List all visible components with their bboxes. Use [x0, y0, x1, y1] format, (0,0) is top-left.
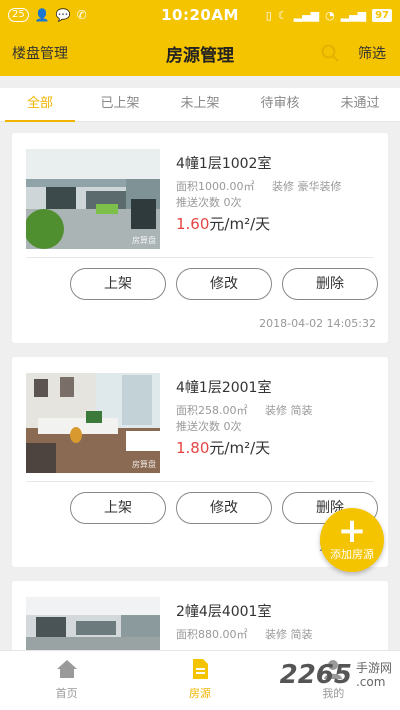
signal-icon: ▂▄▆ [293, 8, 320, 22]
add-listing-button[interactable]: + 添加房源 [320, 508, 384, 572]
price: 1.80元/m²/天 [176, 437, 376, 458]
photo-watermark: 房算盘 [132, 236, 156, 245]
edit-button[interactable]: 修改 [176, 268, 272, 300]
room-title: 4幢1层1002室 [176, 156, 272, 172]
decoration-label: 装修 [272, 180, 294, 193]
area-label: 面积 [176, 180, 198, 193]
tab-rejected[interactable]: 未通过 [320, 88, 400, 121]
plus-icon: + [337, 511, 367, 551]
price: 1.60元/m²/天 [176, 213, 376, 234]
room-title: 2幢4层4001室 [176, 604, 272, 620]
area-value: 1000.00㎡ [198, 180, 255, 193]
photo-watermark: 房算盘 [132, 460, 156, 469]
document-icon [192, 659, 208, 679]
price-unit: 元/m²/天 [209, 439, 271, 457]
home-icon [56, 660, 77, 678]
vibrate-icon: ▯ [265, 8, 272, 22]
area-value: 880.00㎡ [198, 628, 248, 641]
area-label: 面积 [176, 404, 198, 417]
listing-card[interactable]: 2幢4层4001室 面积880.00㎡ 装修 简装 [12, 581, 388, 661]
moon-icon: ☾ [277, 8, 288, 22]
add-listing-label: 添加房源 [330, 548, 374, 561]
status-time: 10:20AM [161, 6, 239, 24]
room-title: 4幢1层2001室 [176, 380, 272, 396]
missed-call-icon: ✆ [76, 8, 87, 22]
price-unit: 元/m²/天 [209, 215, 271, 233]
contacts-icon: 👤 [34, 8, 50, 22]
message-icon: 💬 [55, 8, 71, 22]
tab-listed[interactable]: 已上架 [80, 88, 160, 121]
tab-pending[interactable]: 待审核 [240, 88, 320, 121]
area-label: 面积 [176, 628, 198, 641]
price-value: 1.80 [176, 439, 210, 457]
push-count: 0次 [223, 196, 242, 209]
divider [26, 481, 374, 482]
listing-photo[interactable]: 房算盘 [26, 373, 160, 473]
nav-listings[interactable]: 房源 [133, 651, 266, 710]
signal-icon-2: ▂▄▆ [340, 8, 367, 22]
nav-home-label: 首页 [55, 687, 78, 700]
battery-icon: 97 [372, 8, 392, 22]
notification-count-badge: 25 [8, 8, 29, 22]
app-header: 楼盘管理 房源管理 筛选 [0, 30, 400, 76]
status-bar: 25 👤 💬 ✆ 10:20AM ▯ ☾ ▂▄▆ ◔ ▂▄▆ 97 [0, 0, 400, 30]
edit-button[interactable]: 修改 [176, 492, 272, 524]
tab-unlisted[interactable]: 未上架 [160, 88, 240, 121]
decoration-label: 装修 [265, 404, 287, 417]
filter-button[interactable]: 筛选 [358, 43, 386, 63]
wifi-icon: ◔ [325, 8, 335, 22]
decoration-label: 装修 [265, 628, 287, 641]
nav-home[interactable]: 首页 [0, 651, 133, 710]
divider [26, 257, 374, 258]
tab-all[interactable]: 全部 [0, 88, 80, 122]
status-tabs: 全部 已上架 未上架 待审核 未通过 [0, 88, 400, 122]
push-label: 推送次数 [176, 196, 220, 209]
search-icon[interactable] [320, 43, 340, 63]
area-value: 258.00㎡ [198, 404, 248, 417]
publish-button[interactable]: 上架 [70, 492, 166, 524]
push-label: 推送次数 [176, 420, 220, 433]
push-count: 0次 [223, 420, 242, 433]
price-value: 1.60 [176, 215, 210, 233]
building-management-link[interactable]: 楼盘管理 [12, 43, 68, 63]
listing-date: 2018-04-02 14:05:32 [259, 317, 376, 330]
nav-listings-label: 房源 [188, 687, 211, 700]
decoration-value: 豪华装修 [297, 180, 342, 193]
delete-button[interactable]: 删除 [282, 268, 378, 300]
publish-button[interactable]: 上架 [70, 268, 166, 300]
watermark-line2: .com [355, 675, 386, 689]
decoration-value: 简装 [290, 404, 313, 417]
site-watermark: 2265 手游网 .com [280, 660, 392, 690]
watermark-number: 2265 [279, 660, 352, 690]
listing-photo[interactable]: 房算盘 [26, 149, 160, 249]
watermark-line1: 手游网 [355, 661, 392, 675]
listing-card[interactable]: 房算盘 4幢1层1002室 面积1000.00㎡ 装修 豪华装修 推送次数 0次… [12, 133, 388, 343]
decoration-value: 简装 [290, 628, 313, 641]
